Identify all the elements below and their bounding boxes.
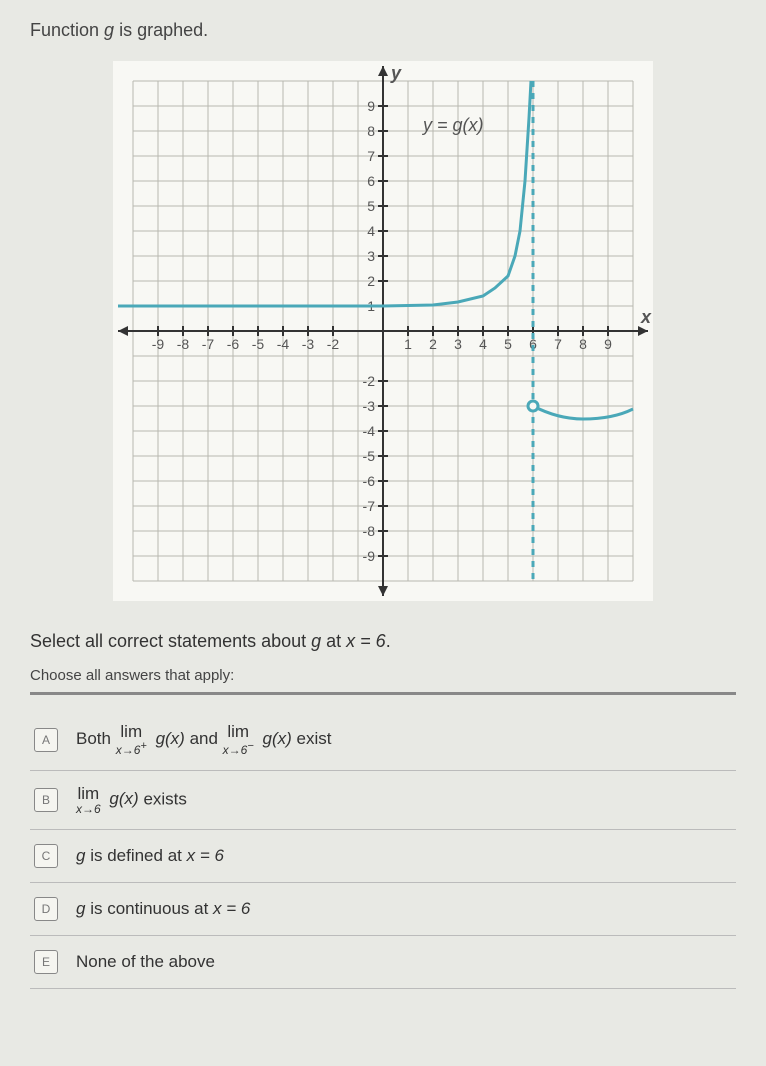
- choice-text-a: Both limx→6+ g(x) and limx→6− g(x) exist: [76, 723, 332, 756]
- svg-text:-7: -7: [202, 336, 215, 352]
- open-point: [528, 401, 538, 411]
- svg-text:9: 9: [367, 98, 375, 114]
- q-eq: x = 6: [346, 631, 386, 651]
- svg-text:2: 2: [367, 273, 375, 289]
- svg-text:8: 8: [579, 336, 587, 352]
- svg-text:6: 6: [367, 173, 375, 189]
- graph-svg: -9 -8 -7 -6 -5 -4 -3 -2 1 2 3 4 5 6 7 8 …: [113, 61, 653, 601]
- choice-a[interactable]: A Both limx→6+ g(x) and limx→6− g(x) exi…: [30, 709, 736, 771]
- y-axis-var: y: [390, 63, 402, 83]
- divider: [30, 692, 736, 695]
- question-text: Select all correct statements about g at…: [30, 631, 736, 652]
- svg-text:-5: -5: [252, 336, 265, 352]
- svg-text:3: 3: [454, 336, 462, 352]
- svg-text:2: 2: [429, 336, 437, 352]
- prompt-var: g: [104, 20, 114, 40]
- svg-text:3: 3: [367, 248, 375, 264]
- svg-text:5: 5: [367, 198, 375, 214]
- q-mid: at: [321, 631, 346, 651]
- svg-text:4: 4: [479, 336, 487, 352]
- prompt-post: is graphed.: [114, 20, 208, 40]
- svg-text:8: 8: [367, 123, 375, 139]
- choice-text-c: g is defined at x = 6: [76, 846, 224, 866]
- svg-text:-4: -4: [277, 336, 290, 352]
- svg-text:9: 9: [604, 336, 612, 352]
- choice-c[interactable]: C g is defined at x = 6: [30, 830, 736, 883]
- svg-text:-8: -8: [177, 336, 190, 352]
- svg-text:-7: -7: [363, 498, 376, 514]
- choice-box-a: A: [34, 728, 58, 752]
- svg-text:-6: -6: [363, 473, 376, 489]
- svg-text:-4: -4: [363, 423, 376, 439]
- axes: [118, 66, 648, 596]
- svg-text:-6: -6: [227, 336, 240, 352]
- q-post: .: [386, 631, 391, 651]
- svg-text:-9: -9: [363, 548, 376, 564]
- prompt-pre: Function: [30, 20, 104, 40]
- choice-text-b: limx→6 g(x) exists: [76, 785, 187, 815]
- q-var: g: [311, 631, 321, 651]
- choice-b[interactable]: B limx→6 g(x) exists: [30, 771, 736, 830]
- x-neg-labels: -9 -8 -7 -6 -5 -4 -3 -2: [152, 336, 340, 352]
- choice-d[interactable]: D g is continuous at x = 6: [30, 883, 736, 936]
- choice-box-d: D: [34, 897, 58, 921]
- y-pos-labels: 9 8 7 6 5 4 3 2 1: [367, 98, 375, 314]
- function-label: y = g(x): [421, 115, 484, 135]
- choice-e[interactable]: E None of the above: [30, 936, 736, 989]
- svg-text:-3: -3: [363, 398, 376, 414]
- svg-text:1: 1: [404, 336, 412, 352]
- svg-text:4: 4: [367, 223, 375, 239]
- svg-text:7: 7: [554, 336, 562, 352]
- graph-container: -9 -8 -7 -6 -5 -4 -3 -2 1 2 3 4 5 6 7 8 …: [30, 61, 736, 601]
- svg-text:-2: -2: [327, 336, 340, 352]
- choice-box-b: B: [34, 788, 58, 812]
- choice-text-e: None of the above: [76, 952, 215, 972]
- svg-text:7: 7: [367, 148, 375, 164]
- prompt-text: Function g is graphed.: [30, 20, 736, 41]
- instruct-text: Choose all answers that apply:: [30, 667, 736, 684]
- choice-text-d: g is continuous at x = 6: [76, 899, 250, 919]
- y-neg-labels: -2 -3 -4 -5 -6 -7 -8 -9: [363, 373, 376, 564]
- svg-text:-8: -8: [363, 523, 376, 539]
- svg-text:-3: -3: [302, 336, 315, 352]
- x-axis-var: x: [640, 307, 652, 327]
- q-pre: Select all correct statements about: [30, 631, 311, 651]
- svg-text:-5: -5: [363, 448, 376, 464]
- svg-text:-9: -9: [152, 336, 165, 352]
- x-pos-labels: 1 2 3 4 5 6 7 8 9: [404, 336, 612, 352]
- choice-box-e: E: [34, 950, 58, 974]
- choice-box-c: C: [34, 844, 58, 868]
- svg-text:-2: -2: [363, 373, 376, 389]
- svg-text:5: 5: [504, 336, 512, 352]
- graph: -9 -8 -7 -6 -5 -4 -3 -2 1 2 3 4 5 6 7 8 …: [113, 61, 653, 601]
